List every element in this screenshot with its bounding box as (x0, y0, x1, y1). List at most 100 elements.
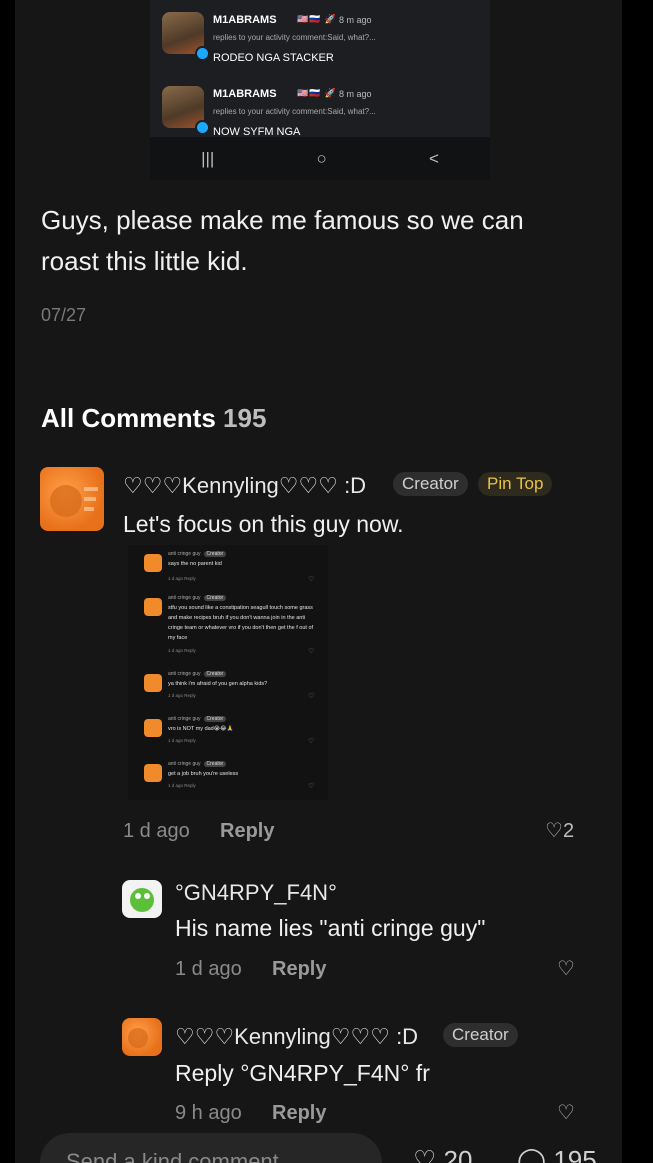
embedded-badge: Creator (203, 595, 227, 601)
embedded-text: stfu you sound like a constipation seagu… (168, 605, 314, 641)
embedded-meta: 1 d ago Reply (168, 576, 196, 581)
avatar[interactable] (40, 467, 104, 531)
post-date: 07/27 (41, 305, 87, 325)
comments-count: 195 (223, 403, 267, 433)
notification-author: M1ABRAMS (213, 88, 277, 100)
embedded-reply: Reply (184, 576, 196, 581)
reply-button[interactable]: Reply (272, 1102, 326, 1125)
avatar-art-icon (50, 485, 98, 517)
notification-time: 8 m ago (339, 89, 372, 99)
reply-text: Reply °GN4RPY_F4N° fr (175, 1060, 430, 1086)
embedded-name: anti cringe guy (168, 551, 201, 557)
embedded-meta: 1 d ago Reply (168, 783, 196, 788)
avatar[interactable] (122, 1018, 162, 1056)
embedded-name: anti cringe guy (168, 671, 201, 677)
embedded-meta: 1 d ago Reply (168, 693, 196, 698)
avatar (144, 554, 162, 572)
heart-icon: ♡ (413, 1145, 437, 1163)
reply-time: 9 h ago (175, 1102, 242, 1124)
notification-subtitle: replies to your activity comment:Said, w… (213, 33, 376, 42)
embedded-text: says the no parent kid (168, 561, 222, 567)
embedded-badge: Creator (203, 671, 227, 677)
creator-badge: Creator (393, 472, 468, 496)
embedded-text: ya think i'm afraid of you gen alpha kid… (168, 681, 268, 687)
notification-subtitle: replies to your activity comment:Said, w… (213, 107, 376, 116)
heart-icon: ♡ (545, 820, 563, 842)
embedded-meta: 1 d ago Reply (168, 648, 196, 653)
embedded-badge: Creator (203, 761, 227, 767)
embedded-badge: Creator (203, 716, 227, 722)
back-icon[interactable]: < (429, 149, 439, 169)
embedded-author: anti cringe guy Creator (168, 595, 227, 601)
post-like-button[interactable]: ♡ 20 (413, 1145, 472, 1163)
embedded-name: anti cringe guy (168, 716, 201, 722)
flag-icons: 🇺🇸🇷🇺 🚀 (297, 88, 338, 98)
recent-apps-icon[interactable]: ||| (201, 149, 214, 169)
comment-input[interactable]: Send a kind comment (40, 1133, 382, 1163)
embedded-text: get a job bruh you're useless (168, 771, 239, 777)
app-screen: M1ABRAMS 🇺🇸🇷🇺 🚀 8 m ago replies to your … (15, 0, 622, 1163)
home-icon[interactable]: ○ (317, 149, 327, 169)
heart-icon: ♡ (557, 958, 575, 980)
comment-input-placeholder: Send a kind comment (66, 1149, 279, 1163)
embedded-badge: Creator (203, 551, 227, 557)
comments-header: All Comments 195 (41, 403, 266, 434)
pin-top-badge: Pin Top (478, 472, 553, 496)
heart-icon: ♡ (308, 783, 315, 790)
embedded-author: anti cringe guy Creator (168, 551, 227, 557)
embedded-time: 1 d ago (168, 738, 184, 743)
comment-text: Let's focus on this guy now. (123, 511, 404, 537)
post-text: Guys, please make me famous so we can ro… (41, 205, 524, 276)
comment-time: 1 d ago (123, 820, 190, 842)
reply-author[interactable]: °GN4RPY_F4N° (175, 880, 337, 906)
like-button[interactable]: ♡ (557, 1100, 575, 1125)
heart-icon: ♡ (308, 576, 315, 583)
avatar-art-icon (130, 888, 154, 912)
reply-text: His name lies "anti cringe guy" (175, 915, 486, 941)
embedded-reply: Reply (184, 738, 196, 743)
reply-author[interactable]: ♡♡♡Kennyling♡♡♡ :D (175, 1024, 418, 1050)
embedded-meta: 1 d ago Reply (168, 738, 196, 743)
reply-time: 1 d ago (175, 958, 242, 980)
comments-title: All Comments (41, 403, 216, 433)
embedded-time: 1 d ago (168, 693, 184, 698)
embedded-name: anti cringe guy (168, 761, 201, 767)
comment-image[interactable]: anti cringe guy Creator says the no paren… (128, 545, 328, 800)
avatar (144, 764, 162, 782)
like-button[interactable]: ♡2 (545, 818, 574, 843)
avatar[interactable] (122, 880, 162, 918)
notification-time: 8 m ago (339, 15, 372, 25)
embedded-reply: Reply (184, 783, 196, 788)
embedded-author: anti cringe guy Creator (168, 716, 227, 722)
post-comments-button[interactable]: ◯ 195 (517, 1145, 597, 1163)
post-comment-count: 195 (553, 1145, 597, 1163)
notification-item: M1ABRAMS 🇺🇸🇷🇺 🚀 8 m ago replies to your … (162, 0, 482, 64)
embedded-author: anti cringe guy Creator (168, 671, 227, 677)
heart-icon: ♡ (308, 648, 315, 655)
heart-icon: ♡ (308, 738, 315, 745)
like-button[interactable]: ♡ (557, 956, 575, 981)
notification-message: RODEO NGA STACKER (213, 52, 334, 64)
notification-item: M1ABRAMS 🇺🇸🇷🇺 🚀 8 m ago replies to your … (162, 74, 482, 138)
notification-author: M1ABRAMS (213, 14, 277, 26)
creator-badge: Creator (443, 1023, 518, 1047)
notification-screenshot: M1ABRAMS 🇺🇸🇷🇺 🚀 8 m ago replies to your … (150, 0, 490, 180)
embedded-time: 1 d ago (168, 576, 184, 581)
reply-button[interactable]: Reply (272, 958, 326, 981)
embedded-reply: Reply (184, 648, 196, 653)
avatar-art-icon (128, 1028, 148, 1048)
heart-icon: ♡ (557, 1102, 575, 1124)
avatar (144, 674, 162, 692)
comment-author[interactable]: ♡♡♡Kennyling♡♡♡ :D (123, 473, 366, 499)
comment-bubble-icon: ◯ (517, 1145, 547, 1163)
like-count: 2 (562, 820, 575, 842)
heart-icon: ♡ (308, 693, 315, 700)
embedded-time: 1 d ago (168, 783, 184, 788)
reply-button[interactable]: Reply (220, 820, 274, 843)
online-dot-icon (195, 120, 210, 135)
system-navbar: ||| ○ < (150, 137, 490, 180)
embedded-reply: Reply (184, 693, 196, 698)
embedded-text: vro is NOT my dad😭😂🙏 (168, 726, 234, 732)
embedded-name: anti cringe guy (168, 595, 201, 601)
avatar (144, 598, 162, 616)
